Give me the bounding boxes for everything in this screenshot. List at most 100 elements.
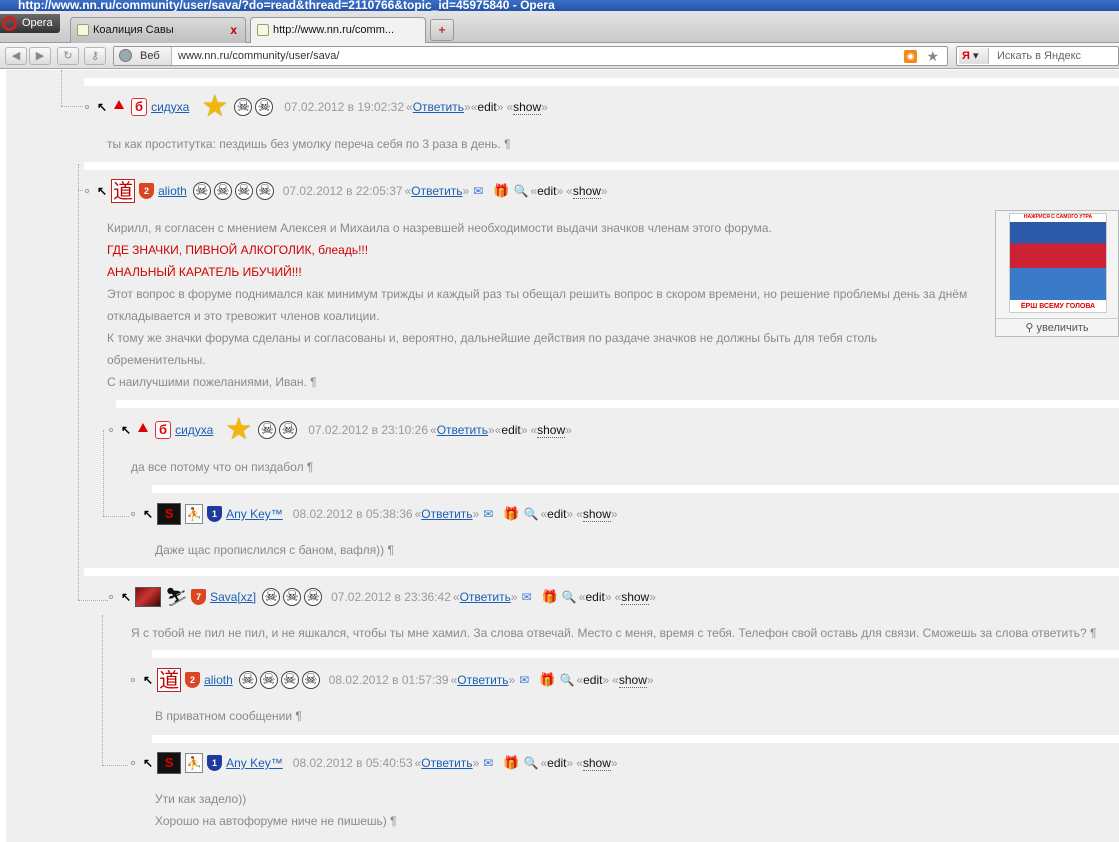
show-link[interactable]: show — [513, 100, 542, 115]
reply-link[interactable]: Ответить — [457, 673, 508, 687]
mail-icon[interactable]: ✉ — [483, 507, 493, 521]
post-date: 07.02.2012 в 19:02:32 — [284, 100, 405, 114]
comment-header: ↖ S ⛹ 1 Any Key™ 08.02.2012 в 05:38:36 «… — [131, 501, 618, 527]
reply-arrow-icon[interactable]: ↖ — [121, 423, 131, 437]
edit-link[interactable]: edit — [583, 673, 602, 687]
gift-icon[interactable]: 🎁 — [503, 755, 519, 771]
edit-link[interactable]: edit — [537, 184, 556, 198]
reply-link[interactable]: Ответить — [460, 590, 511, 604]
star-award-icon: ★ — [225, 413, 253, 446]
skull-icon: ☠ — [255, 182, 274, 200]
mail-icon[interactable]: ✉ — [473, 184, 483, 198]
author-link[interactable]: сидуха — [175, 423, 213, 437]
magnifier-icon[interactable]: 🔍 — [559, 673, 574, 687]
opera-menu-button[interactable]: Opera — [0, 14, 60, 33]
gift-icon[interactable]: 🎁 — [503, 506, 519, 522]
show-link[interactable]: show — [537, 423, 566, 438]
poster-caption: ЁРШ ВСЕМУ ГОЛОВА — [1020, 303, 1096, 310]
bullet-icon — [85, 105, 89, 109]
comment-text: ты как проститутка: пездишь без умолку п… — [107, 137, 511, 151]
bullet-icon — [109, 428, 113, 432]
attached-image-panel[interactable]: НАЖРИСЯ С САМОГО УТРА ЁРШ ВСЕМУ ГОЛОВА ⚲… — [995, 210, 1119, 337]
reply-link[interactable]: Ответить — [437, 423, 488, 437]
skull-icon: ☠ — [301, 671, 320, 689]
shield-badge-icon: 1 — [207, 506, 223, 522]
skull-icon: ☠ — [234, 98, 253, 116]
mail-icon[interactable]: ✉ — [519, 673, 529, 687]
show-link[interactable]: show — [621, 590, 650, 605]
show-link[interactable]: show — [582, 507, 611, 522]
post-date: 08.02.2012 в 01:57:39 — [328, 673, 449, 687]
search-field[interactable]: Я ▾ Искать в Яндекс — [956, 46, 1119, 66]
reply-arrow-icon[interactable]: ↖ — [143, 673, 153, 687]
gift-icon[interactable]: 🎁 — [539, 672, 555, 688]
favicon-icon — [257, 24, 269, 36]
close-tab-icon[interactable]: x — [230, 18, 237, 42]
magnifier-icon[interactable]: 🔍 — [524, 756, 539, 770]
edit-link[interactable]: edit — [547, 507, 566, 521]
key-button[interactable]: ⚷ — [84, 47, 106, 65]
reply-link[interactable]: Ответить — [421, 507, 472, 521]
reply-link[interactable]: Ответить — [411, 184, 462, 198]
bookmark-star-icon[interactable]: ★ — [926, 47, 939, 65]
edit-link[interactable]: edit — [585, 590, 604, 604]
author-link[interactable]: Sava[xz] — [210, 590, 256, 604]
reply-arrow-icon[interactable]: ↖ — [97, 184, 107, 198]
favicon-icon — [77, 24, 89, 36]
bullet-icon — [131, 678, 135, 682]
reply-arrow-icon[interactable]: ↖ — [143, 507, 153, 521]
mail-icon[interactable]: ✉ — [483, 756, 493, 770]
show-link[interactable]: show — [582, 756, 611, 771]
show-link[interactable]: show — [618, 673, 647, 688]
forward-arrow-icon: ▶ — [35, 50, 45, 62]
skull-icon: ☠ — [255, 98, 274, 116]
superman-avatar-icon: S — [157, 503, 182, 525]
author-link[interactable]: Any Key™ — [226, 756, 283, 770]
bullet-icon — [85, 189, 89, 193]
magnifier-icon[interactable]: 🔍 — [524, 507, 539, 521]
rss-icon[interactable]: ◉ — [904, 50, 917, 63]
address-field[interactable]: Веб www.nn.ru/community/user/sava/ ◉ ★ — [113, 46, 948, 66]
reply-arrow-icon[interactable]: ↖ — [121, 590, 131, 604]
skull-icon: ☠ — [234, 182, 253, 200]
reload-icon: ↻ — [63, 50, 73, 62]
shield-badge-icon: 1 — [207, 755, 223, 771]
post-date: 08.02.2012 в 05:40:53 — [292, 756, 413, 770]
shield-badge-icon: 2 — [139, 183, 155, 199]
gift-icon[interactable]: 🎁 — [493, 183, 509, 199]
forward-button[interactable]: ▶ — [29, 47, 51, 65]
gift-icon[interactable]: 🎁 — [542, 589, 558, 605]
reply-link[interactable]: Ответить — [421, 756, 472, 770]
reply-link[interactable]: Ответить — [413, 100, 464, 114]
magnifier-icon[interactable]: 🔍 — [562, 590, 577, 604]
author-link[interactable]: Any Key™ — [226, 507, 283, 521]
skull-icon: ☠ — [238, 671, 257, 689]
enlarge-link[interactable]: ⚲ увеличить — [996, 318, 1118, 337]
tab-current[interactable]: http://www.nn.ru/comm... — [250, 17, 426, 44]
comment-header: ↖ 道 2 alioth ☠ ☠ ☠ ☠ 08.02.2012 в 01:57:… — [131, 667, 654, 693]
edit-link[interactable]: edit — [547, 756, 566, 770]
tab-koalitsiya[interactable]: Коалиция Савы x — [70, 17, 246, 43]
edit-link[interactable]: edit — [477, 100, 496, 114]
author-link[interactable]: alioth — [158, 184, 187, 198]
author-link[interactable]: сидуха — [151, 100, 189, 114]
tao-avatar-icon: 道 — [111, 179, 136, 203]
mail-icon[interactable]: ✉ — [522, 590, 532, 604]
attached-poster-image[interactable]: НАЖРИСЯ С САМОГО УТРА ЁРШ ВСЕМУ ГОЛОВА — [1009, 213, 1107, 313]
new-tab-button[interactable]: + — [430, 19, 454, 41]
author-link[interactable]: alioth — [204, 673, 233, 687]
comment-header: ↖ б сидуха ★ ☠ ☠ 07.02.2012 в 19:02:32 «… — [85, 92, 548, 122]
reload-button[interactable]: ↻ — [57, 47, 79, 65]
show-link[interactable]: show — [572, 184, 601, 199]
key-icon: ⚷ — [90, 50, 100, 62]
reply-arrow-icon[interactable]: ↖ — [143, 756, 153, 770]
edit-link[interactable]: edit — [501, 423, 520, 437]
search-engine-selector[interactable]: Я ▾ — [959, 48, 989, 64]
magnifier-icon[interactable]: 🔍 — [513, 184, 528, 198]
comment-text: да все потому что он пиздабол ¶ — [131, 460, 314, 474]
mitsubishi-logo-icon — [135, 423, 151, 437]
web-badge[interactable]: Веб — [114, 47, 172, 65]
back-button[interactable]: ◀ — [5, 47, 27, 65]
url-text[interactable]: www.nn.ru/community/user/sava/ — [178, 47, 339, 65]
reply-arrow-icon[interactable]: ↖ — [97, 100, 107, 114]
